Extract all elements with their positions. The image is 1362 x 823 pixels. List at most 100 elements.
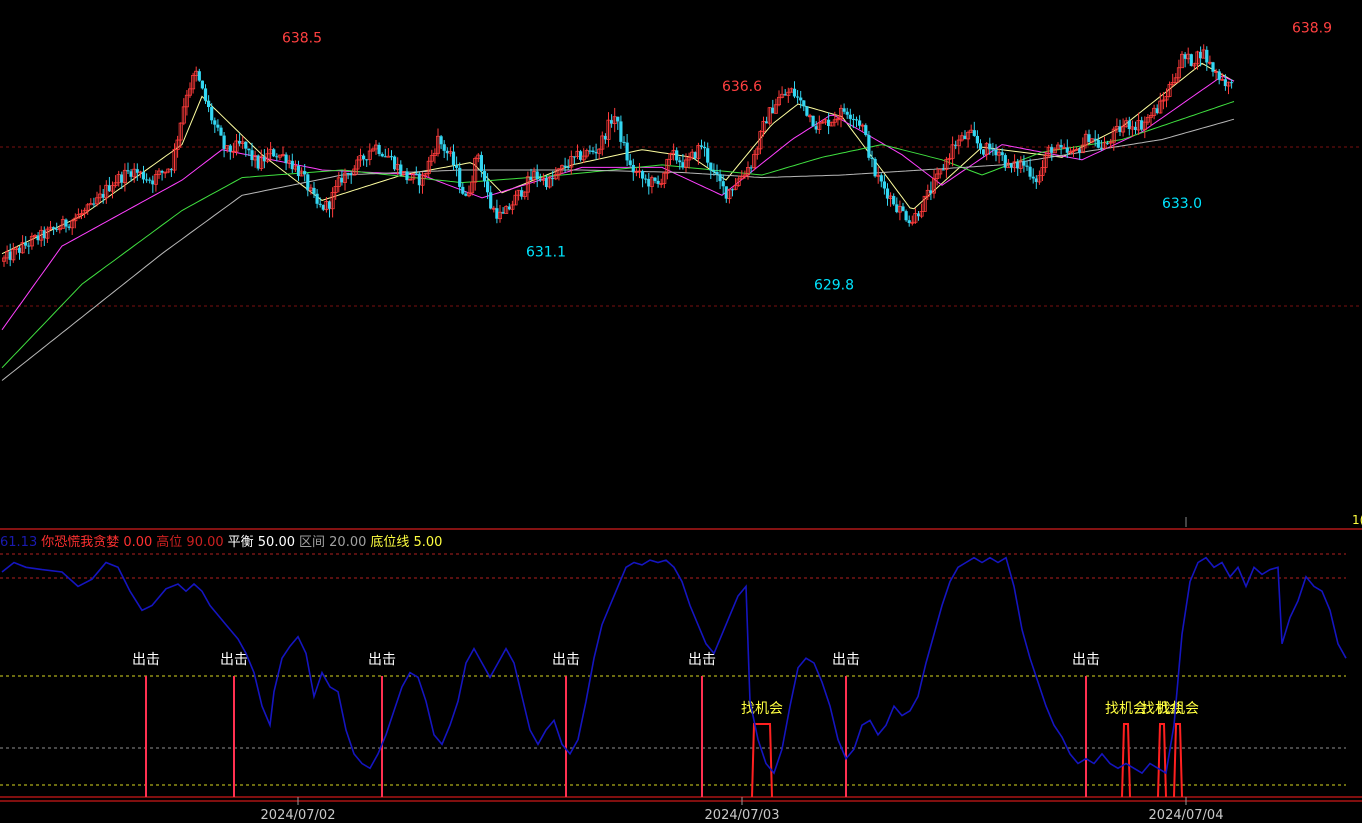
candle-body	[442, 144, 446, 151]
candle-body	[628, 160, 632, 165]
candle-body	[845, 111, 849, 115]
signal-label: 出击	[688, 652, 716, 668]
signal-label: 出击	[220, 652, 248, 668]
opportunity-pulse	[1173, 723, 1183, 798]
candle-body	[489, 192, 493, 209]
candle-body	[703, 146, 707, 149]
legend-item-6: 底位线 5.00	[370, 535, 443, 550]
candle-body	[802, 100, 806, 107]
candle-body	[362, 155, 366, 160]
candle-body	[904, 211, 908, 221]
candle-body	[972, 130, 976, 136]
legend-item-5: 区间 20.00	[299, 535, 367, 550]
candle-body	[486, 181, 490, 193]
candle-body	[272, 149, 276, 157]
candle-body	[712, 170, 716, 173]
signal-label: 出击	[368, 652, 396, 668]
candle-body	[1211, 62, 1215, 72]
candle-body	[901, 206, 905, 212]
candle-body	[1022, 160, 1026, 166]
candle-body	[479, 155, 483, 172]
indicator-level-lines	[0, 553, 1362, 802]
candle-body	[207, 100, 211, 107]
legend-item-3: 高位 90.00	[156, 535, 224, 550]
signal-label: 出击	[552, 652, 580, 668]
candle-body	[303, 171, 307, 175]
extreme-label-low: 631.1	[526, 244, 566, 260]
candle-body	[203, 88, 208, 101]
legend-item-4: 平衡 50.00	[227, 535, 296, 550]
candle-body	[882, 181, 886, 189]
candle-body	[1000, 152, 1004, 156]
candle-body	[622, 141, 626, 143]
candle-body	[389, 156, 394, 158]
candle-body	[678, 160, 682, 163]
signal-bars: 出击 出击 出击 出击 出击 出击 出击找机会 找机会找机会找机会	[132, 652, 1199, 798]
candle-body	[213, 120, 217, 125]
candle-body	[377, 145, 381, 154]
candle-body	[864, 125, 868, 136]
candle-body	[792, 88, 797, 97]
candle-body	[699, 145, 704, 147]
candle-body	[315, 193, 319, 204]
candle-body	[461, 186, 465, 194]
candle-body	[247, 148, 251, 151]
candle-body	[1025, 165, 1029, 167]
candle-body	[988, 143, 992, 150]
candle-body	[641, 171, 645, 179]
indicator-legend: 61.13 你恐慌我贪婪 0.00 高位 90.00 平衡 50.00 区间 20.00…	[0, 531, 446, 550]
candle-body	[1031, 176, 1035, 179]
candle-body	[219, 127, 223, 136]
opportunity-pulse	[751, 723, 773, 798]
price-panel-grid	[0, 146, 1362, 307]
candle-body	[563, 165, 567, 167]
oscillator-line	[1, 556, 1347, 775]
candle-body	[312, 187, 316, 194]
candle-body	[439, 136, 443, 145]
candle-body	[842, 108, 846, 112]
signal-label: 出击	[1072, 652, 1100, 668]
chart-canvas: 638.5 636.6 638.9 631.1 629.8 633.0 1( 出击 出击 出击…	[0, 21, 1362, 823]
candle-body	[721, 181, 725, 187]
candle-body	[1093, 138, 1097, 140]
candle-body	[848, 114, 852, 119]
candle-body	[879, 175, 883, 182]
candle-body	[591, 150, 595, 153]
candle-body	[458, 167, 462, 187]
candle-body	[216, 124, 220, 128]
signal-label: 出击	[132, 652, 160, 668]
candle-body	[616, 116, 620, 122]
candle-body	[145, 179, 149, 181]
price-extreme-labels: 638.5 636.6 638.9 631.1 629.8 633.0	[282, 21, 1332, 294]
candle-body	[619, 121, 623, 142]
candlestick-series	[2, 44, 1234, 267]
candle-body	[799, 97, 803, 101]
candle-body	[796, 96, 800, 98]
legend-item-2: 你恐慌我贪婪 0.00	[41, 535, 153, 550]
candle-body	[851, 118, 855, 120]
candle-body	[715, 172, 719, 175]
extreme-label-high: 638.5	[282, 31, 322, 47]
candle-body	[380, 153, 384, 157]
candle-body	[870, 157, 874, 159]
candle-body	[811, 115, 815, 127]
signal-label: 出击	[832, 652, 860, 668]
opportunity-label: 找机会	[1157, 701, 1199, 717]
candle-body	[1205, 49, 1209, 63]
candle-body	[455, 165, 459, 168]
candle-body	[1230, 82, 1234, 84]
candle-body	[228, 145, 232, 152]
candle-body	[148, 179, 152, 181]
candle-body	[805, 106, 809, 116]
moving-average-line-3	[1, 101, 1235, 369]
corner-text: 1(	[1352, 513, 1362, 527]
candle-body	[991, 149, 995, 151]
candle-body	[451, 151, 456, 166]
candle-body	[535, 171, 539, 180]
candle-body	[1028, 166, 1032, 177]
candle-body	[141, 171, 146, 180]
candle-body	[197, 71, 201, 81]
opportunity-pulse	[1121, 723, 1131, 798]
candle-body	[675, 150, 679, 161]
legend-item-1: 61.13	[0, 535, 38, 550]
